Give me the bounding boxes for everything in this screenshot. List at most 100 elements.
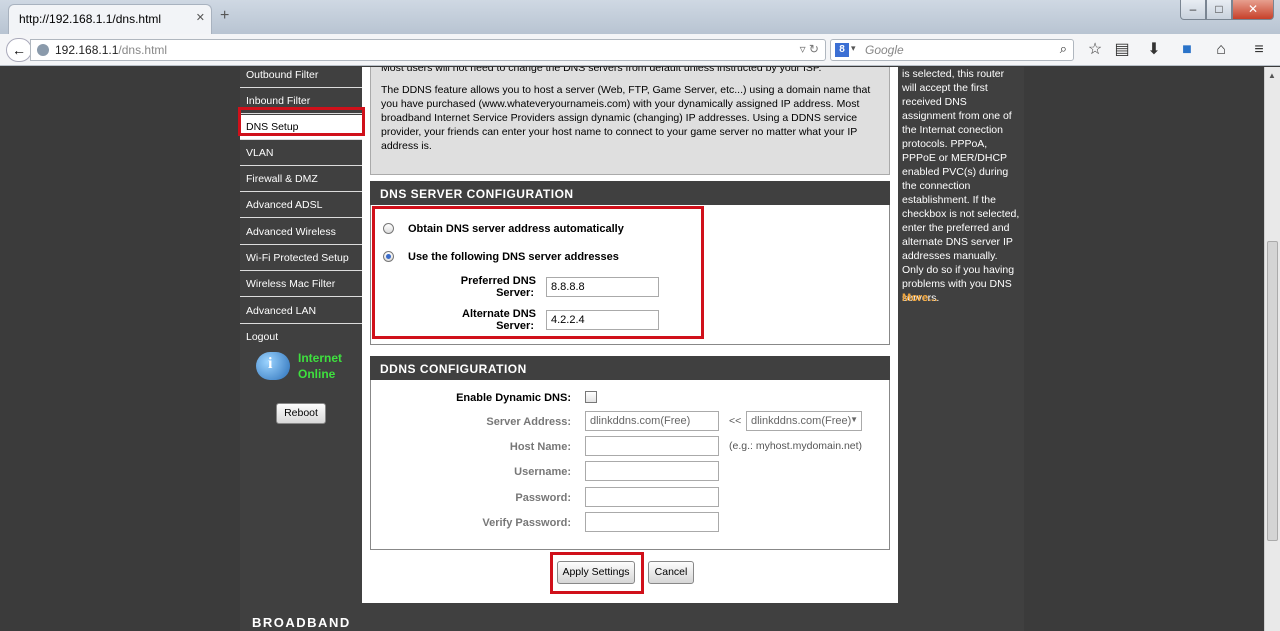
sidebar-item-advanced-wireless[interactable]: Advanced Wireless [240,220,362,245]
globe-info-icon: i [256,352,290,380]
alternate-dns-input[interactable] [546,310,659,330]
username-input[interactable] [585,461,719,481]
apply-settings-button[interactable]: Apply Settings [557,561,635,584]
sidebar-item-vlan[interactable]: VLAN [240,141,362,166]
minimize-button[interactable]: – [1180,0,1206,20]
host-name-input[interactable] [585,436,719,456]
sidebar-item-label: Firewall & DMZ [246,173,318,185]
close-window-button[interactable]: ✕ [1232,0,1274,20]
preferred-dns-label-line2: Server: [496,287,534,299]
search-engine-dropdown-icon[interactable]: ▾ [851,43,856,54]
url-path: /dns.html [118,43,168,57]
dns-manual-label: Use the following DNS server addresses [408,251,619,263]
menu-icon[interactable]: ≡ [1248,40,1270,60]
tab-title: http://192.168.1.1/dns.html [19,12,162,26]
google-icon[interactable]: 8 [835,43,849,57]
sidebar-item-label: DNS Setup [246,121,299,133]
maximize-button[interactable]: □ [1206,0,1232,20]
server-address-separator: << [729,415,742,427]
back-arrow-icon: ← [12,42,26,58]
sidebar-item-logout[interactable]: Logout [240,325,362,350]
alternate-dns-label: Alternate DNS Server: [431,308,536,332]
brand-footer: BROADBAND [240,603,1024,631]
preferred-dns-label: Preferred DNS Server: [431,275,536,299]
sidebar-item-label: Wi-Fi Protected Setup [246,252,349,264]
cancel-button[interactable]: Cancel [648,561,694,584]
sidebar-item-label: Advanced Wireless [246,226,336,238]
browser-tab[interactable]: http://192.168.1.1/dns.html ✕ [8,4,212,34]
site-identity-icon[interactable] [37,44,49,56]
internet-status: i Internet Online [256,348,356,384]
status-line-online: Online [298,367,336,381]
url-host: 192.168.1.1 [55,43,119,57]
reload-icon[interactable]: ▿ ↻ [800,42,819,56]
sidebar-item-label: Wireless Mac Filter [246,278,336,290]
search-input[interactable]: 8 ▾ Google ⌕ [830,39,1074,61]
help-panel: is selected, this router will accept the… [898,67,1024,603]
scroll-up-arrow-icon[interactable]: ▲ [1268,71,1276,80]
bookmarks-menu-icon[interactable]: ▤ [1111,40,1133,60]
page-viewport: Outbound Filter Inbound Filter DNS Setup… [0,67,1280,631]
sidebar-item-label: VLAN [246,147,274,159]
alternate-dns-label-line2: Server: [496,320,534,332]
password-input[interactable] [585,487,719,507]
server-address-select[interactable]: dlinkddns.com(Free) ▼ [746,411,862,431]
enable-ddns-label: Enable Dynamic DNS: [456,392,571,404]
ddns-section-body: Enable Dynamic DNS: Server Address: << d… [370,380,890,550]
sidebar-item-wifi-protected-setup[interactable]: Wi-Fi Protected Setup [240,246,362,271]
dns-manual-radio[interactable] [383,251,394,262]
home-icon[interactable]: ⌂ [1210,40,1232,60]
sync-icon[interactable]: ■ [1176,40,1198,60]
back-button[interactable]: ← [6,38,32,62]
dns-auto-radio[interactable] [383,223,394,234]
new-tab-button[interactable]: + [220,7,229,25]
chevron-down-icon: ▼ [850,415,858,424]
main-content: Most users will not need to change the D… [362,67,898,603]
password-label: Password: [515,492,571,504]
search-icon[interactable]: ⌕ [1060,41,1067,57]
dns-auto-label: Obtain DNS server address automatically [408,223,624,235]
search-placeholder: Google [865,43,904,57]
server-address-label: Server Address: [486,416,571,428]
reboot-button[interactable]: Reboot [276,403,326,424]
left-nav-panel: Outbound Filter Inbound Filter DNS Setup… [240,67,362,603]
server-select-value: dlinkddns.com(Free) [751,415,852,427]
server-address-input[interactable] [585,411,719,431]
navigation-toolbar: ← 192.168.1.1/dns.html ▿ ↻ 8 ▾ Google ⌕ … [0,34,1280,66]
scrollbar-thumb[interactable] [1267,241,1278,541]
more-link[interactable]: More... [902,291,937,305]
sidebar-item-label: Logout [246,331,279,343]
host-name-label: Host Name: [509,441,571,453]
username-label: Username: [514,466,571,478]
sidebar-item-label: Inbound Filter [246,95,311,107]
dns-section-body: Obtain DNS server address automatically … [370,205,890,345]
verify-password-input[interactable] [585,512,719,532]
sidebar-item-label: Advanced LAN [246,305,317,317]
preferred-dns-input[interactable] [546,277,659,297]
status-line-internet: Internet [298,351,343,365]
sidebar-item-dns-setup[interactable]: DNS Setup [240,115,362,140]
verify-password-label: Verify Password: [482,517,571,529]
browser-tab-bar: http://192.168.1.1/dns.html ✕ + – □ ✕ [0,0,1280,34]
sidebar-item-advanced-adsl[interactable]: Advanced ADSL [240,193,362,218]
dns-section-header: DNS SERVER CONFIGURATION [370,181,890,205]
sidebar-item-outbound-filter[interactable]: Outbound Filter [240,67,362,88]
sidebar-item-advanced-lan[interactable]: Advanced LAN [240,299,362,324]
info-box: Most users will not need to change the D… [370,67,890,175]
close-tab-icon[interactable]: ✕ [196,11,205,24]
enable-ddns-checkbox[interactable] [585,391,597,403]
address-bar[interactable]: 192.168.1.1/dns.html ▿ ↻ [30,39,826,61]
sidebar-item-firewall-dmz[interactable]: Firewall & DMZ [240,167,362,192]
info-paragraph-isp: Most users will not need to change the D… [381,67,822,74]
alternate-dns-label-line1: Alternate DNS [462,308,536,320]
sidebar-item-inbound-filter[interactable]: Inbound Filter [240,89,362,114]
sidebar-item-label: Advanced ADSL [246,199,323,211]
bookmark-star-icon[interactable]: ☆ [1084,40,1106,60]
sidebar-item-wireless-mac-filter[interactable]: Wireless Mac Filter [240,272,362,297]
ddns-section-header: DDNS CONFIGURATION [370,356,890,380]
page-scrollbar[interactable]: ▲ [1264,67,1280,631]
downloads-icon[interactable]: ⬇ [1143,40,1165,60]
preferred-dns-label-line1: Preferred DNS [460,275,536,287]
info-paragraph-ddns: The DDNS feature allows you to host a se… [381,84,871,152]
help-text: is selected, this router will accept the… [902,68,1020,304]
